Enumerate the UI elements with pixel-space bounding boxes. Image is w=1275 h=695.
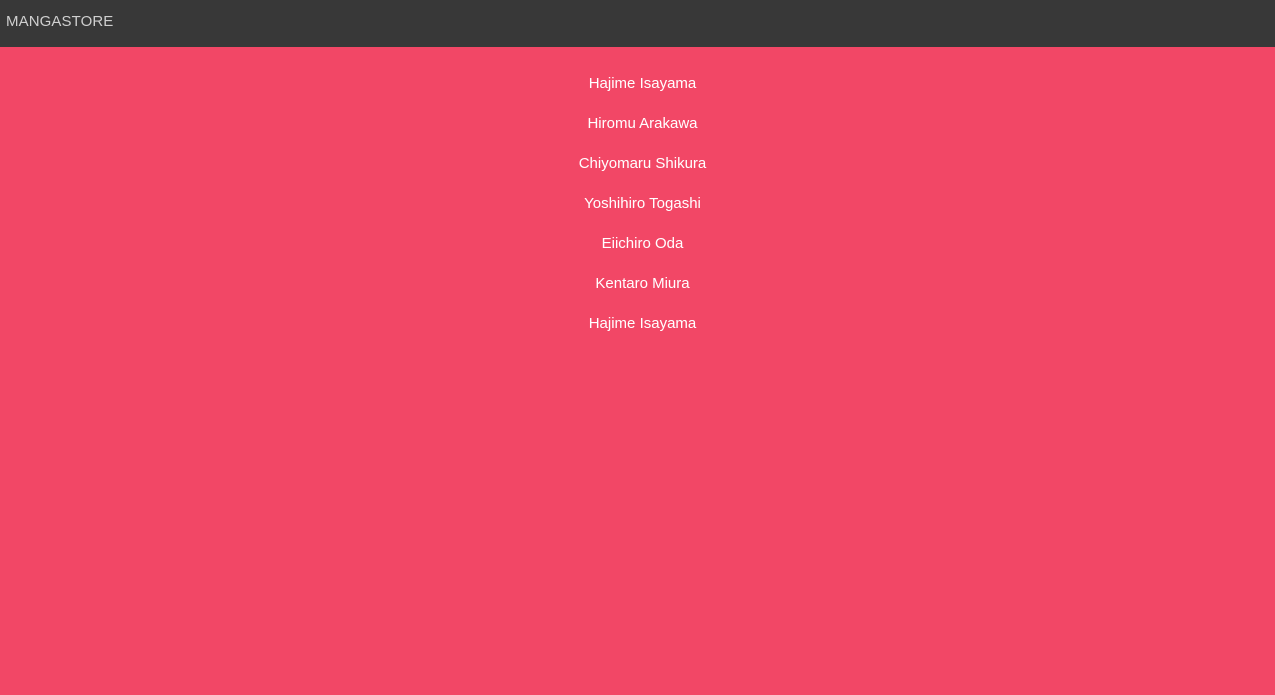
list-item[interactable]: Yoshihiro Togashi [10, 194, 1275, 234]
list-item[interactable]: Chiyomaru Shikura [10, 154, 1275, 194]
author-list: Hajime Isayama Hiromu Arakawa Chiyomaru … [0, 47, 1275, 354]
author-name[interactable]: Hajime Isayama [589, 315, 697, 332]
list-item[interactable]: Hiromu Arakawa [10, 114, 1275, 154]
list-item[interactable]: Hajime Isayama [10, 74, 1275, 114]
author-name[interactable]: Eiichiro Oda [602, 235, 684, 252]
main-content: Hajime Isayama Hiromu Arakawa Chiyomaru … [0, 47, 1275, 695]
author-name[interactable]: Hajime Isayama [589, 75, 697, 92]
author-name[interactable]: Hiromu Arakawa [587, 115, 697, 132]
brand-link[interactable]: MANGASTORE [6, 13, 113, 30]
list-item[interactable]: Hajime Isayama [10, 314, 1275, 354]
author-name[interactable]: Kentaro Miura [595, 275, 689, 292]
list-item[interactable]: Eiichiro Oda [10, 234, 1275, 274]
author-name[interactable]: Chiyomaru Shikura [579, 155, 707, 172]
author-name[interactable]: Yoshihiro Togashi [584, 195, 701, 212]
list-item[interactable]: Kentaro Miura [10, 274, 1275, 314]
top-navbar: MANGASTORE [0, 0, 1275, 47]
